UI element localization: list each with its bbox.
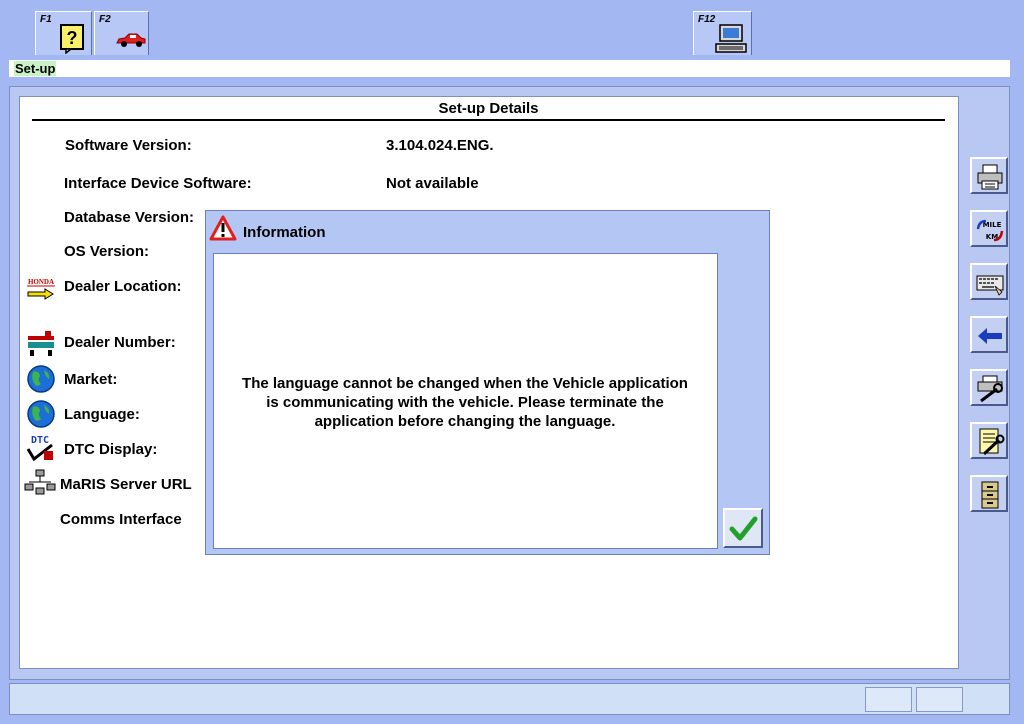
f1-label: F1 xyxy=(40,14,52,25)
mile-km-icon: MILE KM xyxy=(976,219,1004,242)
help-question-icon: ? xyxy=(60,24,84,54)
software-version-label: Software Version: xyxy=(65,137,192,154)
checkmark-icon xyxy=(729,516,758,541)
file-cabinet-icon xyxy=(981,481,999,509)
language-label: Language: xyxy=(64,406,140,423)
dealer-location-label: Dealer Location: xyxy=(64,278,182,295)
globe-icon xyxy=(27,365,55,393)
f12-computer-tab[interactable]: F12 xyxy=(693,11,752,55)
document-settings-button[interactable] xyxy=(970,422,1008,459)
page-title: Set-up xyxy=(14,61,57,76)
details-heading: Set-up Details xyxy=(438,100,539,117)
f12-label: F12 xyxy=(698,14,716,25)
file-cabinet-button[interactable] xyxy=(970,475,1008,512)
maris-server-url-label: MaRIS Server URL xyxy=(60,476,192,493)
f2-label: F2 xyxy=(99,14,111,25)
arrow-left-icon xyxy=(978,328,1002,344)
ok-button[interactable] xyxy=(723,508,763,548)
mile-km-button[interactable]: MILE KM xyxy=(970,210,1008,247)
heading-divider xyxy=(32,119,945,121)
print-button[interactable] xyxy=(970,157,1008,194)
honda-icon-text: HONDA xyxy=(28,278,54,286)
interface-device-software-value: Not available xyxy=(386,175,479,192)
f2-vehicle-tab[interactable]: F2 xyxy=(94,11,149,55)
dialog-message-line: is communicating with the vehicle. Pleas… xyxy=(266,394,664,411)
car-icon xyxy=(116,33,146,47)
software-version-value: 3.104.024.ENG. xyxy=(386,137,494,154)
comms-interface-label: Comms Interface xyxy=(60,511,182,528)
dealer-number-icon xyxy=(28,331,54,356)
interface-device-software-label: Interface Device Software: xyxy=(64,175,252,192)
computer-icon xyxy=(715,24,747,53)
status-bar xyxy=(9,683,1010,715)
dtc-display-label: DTC Display: xyxy=(64,441,158,458)
dialog-message: The language cannot be changed when the … xyxy=(215,374,715,431)
dialog-message-line: The language cannot be changed when the … xyxy=(242,375,688,392)
keyboard-icon xyxy=(976,275,1004,296)
printer-wrench-icon xyxy=(977,375,1003,403)
f1-help-tab[interactable]: F1 ? xyxy=(35,11,92,55)
printer-icon xyxy=(977,164,1003,190)
os-version-label: OS Version: xyxy=(64,243,150,260)
warning-icon xyxy=(209,215,237,241)
status-field-2 xyxy=(916,687,963,712)
svg-text:?: ? xyxy=(67,28,78,48)
document-wrench-icon xyxy=(979,428,1005,456)
dealer-number-label: Dealer Number: xyxy=(64,334,176,351)
globe-icon xyxy=(27,400,55,428)
back-button[interactable] xyxy=(970,316,1008,353)
status-field-1 xyxy=(865,687,912,712)
dtc-icon-text: DTC xyxy=(31,435,49,446)
database-version-label: Database Version: xyxy=(64,209,195,226)
dtc-icon: DTC xyxy=(26,435,53,462)
market-label: Market: xyxy=(64,371,118,388)
title-bar: Set-up xyxy=(9,60,1010,77)
keyboard-button[interactable] xyxy=(970,263,1008,300)
dialog-message-line: application before changing the language… xyxy=(314,413,616,430)
honda-dealer-icon: HONDA xyxy=(27,278,55,300)
network-icon xyxy=(24,469,56,495)
dialog-title: Information xyxy=(243,224,326,241)
printer-settings-button[interactable] xyxy=(970,369,1008,406)
